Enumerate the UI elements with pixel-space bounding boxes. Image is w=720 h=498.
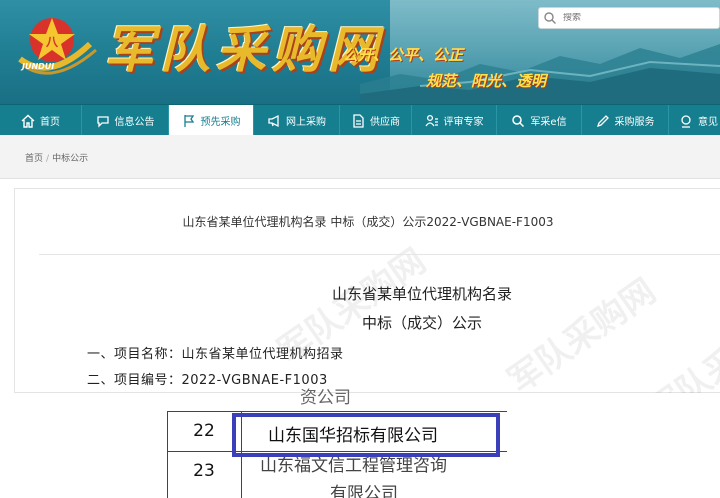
nav-label: 信息公告 [114,117,155,128]
nav-label: 网上采购 [286,117,326,128]
nav-suppliers[interactable]: 供应商 [340,105,412,136]
nav-label: 供应商 [370,117,400,128]
nav-home[interactable]: 首页 [0,105,82,136]
flag-icon [183,114,194,127]
project-name-line: 一、项目名称：山东省某单位代理机构招录 [87,347,344,362]
table-border [167,411,507,412]
svg-text:八: 八 [45,35,59,49]
slogan-line-2: 规范、阳光、透明 [426,72,547,90]
main-nav: 首页 信息公告 预先采购 网上采购 供应商 评审专家 军采e信 采购服务 意见 [0,104,720,136]
document-icon [353,113,364,128]
nav-announcements[interactable]: 信息公告 [82,105,169,136]
document-heading: 山东省某单位代理机构名录 [331,285,512,303]
megaphone-icon [268,114,279,127]
nav-feedback[interactable]: 意见 [669,105,720,136]
chat-icon [96,115,109,128]
search-input[interactable] [563,13,713,23]
nav-pre-procurement[interactable]: 预先采购 [169,105,254,136]
home-icon [21,114,35,128]
breadcrumb-home[interactable]: 首页 [25,154,43,164]
breadcrumb-bar: 首页 / 中标公示 [0,135,720,179]
breadcrumb-current[interactable]: 中标公示 [52,154,88,164]
table-row-number: 23 [193,461,215,481]
feedback-icon [681,114,691,128]
person-list-icon [424,114,438,126]
table-border [167,411,168,498]
nav-label: 采购服务 [614,117,655,128]
nav-procurement-service[interactable]: 采购服务 [582,105,669,136]
breadcrumb: 首页 / 中标公示 [25,151,88,164]
nav-label: 军采e信 [530,117,567,128]
winner-table-excerpt: 资公司 22 山东国华招标有限公司 23 山东福文信工程管理咨询 有限公司 [0,388,720,498]
nav-online-procurement[interactable]: 网上采购 [254,105,340,136]
breadcrumb-separator: / [46,154,50,164]
search-box[interactable] [538,7,720,29]
table-row-number: 22 [193,421,215,441]
site-logo-text[interactable]: 军队采购网 [104,10,384,82]
table-cell-partial: 有限公司 [330,484,398,498]
pen-icon [596,114,609,127]
nav-label: 首页 [40,117,60,128]
project-number-line: 二、项目编号：2022-VGBNAE-F1003 [87,373,328,388]
table-cell-partial: 资公司 [300,388,351,408]
divider [39,254,720,255]
header-banner: 八 JUNDUI 军队采购网 公开、公平、公正 规范、阳光、透明 [0,0,720,104]
search-icon [512,114,525,127]
army-star-emblem-icon: 八 [18,18,97,75]
highlight-box [232,413,500,457]
logo-subtext: JUNDUI [22,62,55,71]
slogan-line-1: 公开、公平、公正 [343,46,464,64]
nav-label: 预先采购 [200,117,241,128]
search-icon[interactable] [543,11,557,25]
nav-review-experts[interactable]: 评审专家 [412,105,497,136]
nav-label: 意见 [698,117,718,128]
nav-label: 评审专家 [443,117,484,128]
nav-e-credit[interactable]: 军采e信 [497,105,582,136]
document-subheading: 中标（成交）公示 [361,314,482,332]
notice-card: 军队采购网 军队采购网 军队采购网 山东省某单位代理机构名录 中标（成交）公示2… [14,188,720,432]
notice-title: 山东省某单位代理机构名录 中标（成交）公示2022-VGBNAE-F1003 [182,215,554,229]
